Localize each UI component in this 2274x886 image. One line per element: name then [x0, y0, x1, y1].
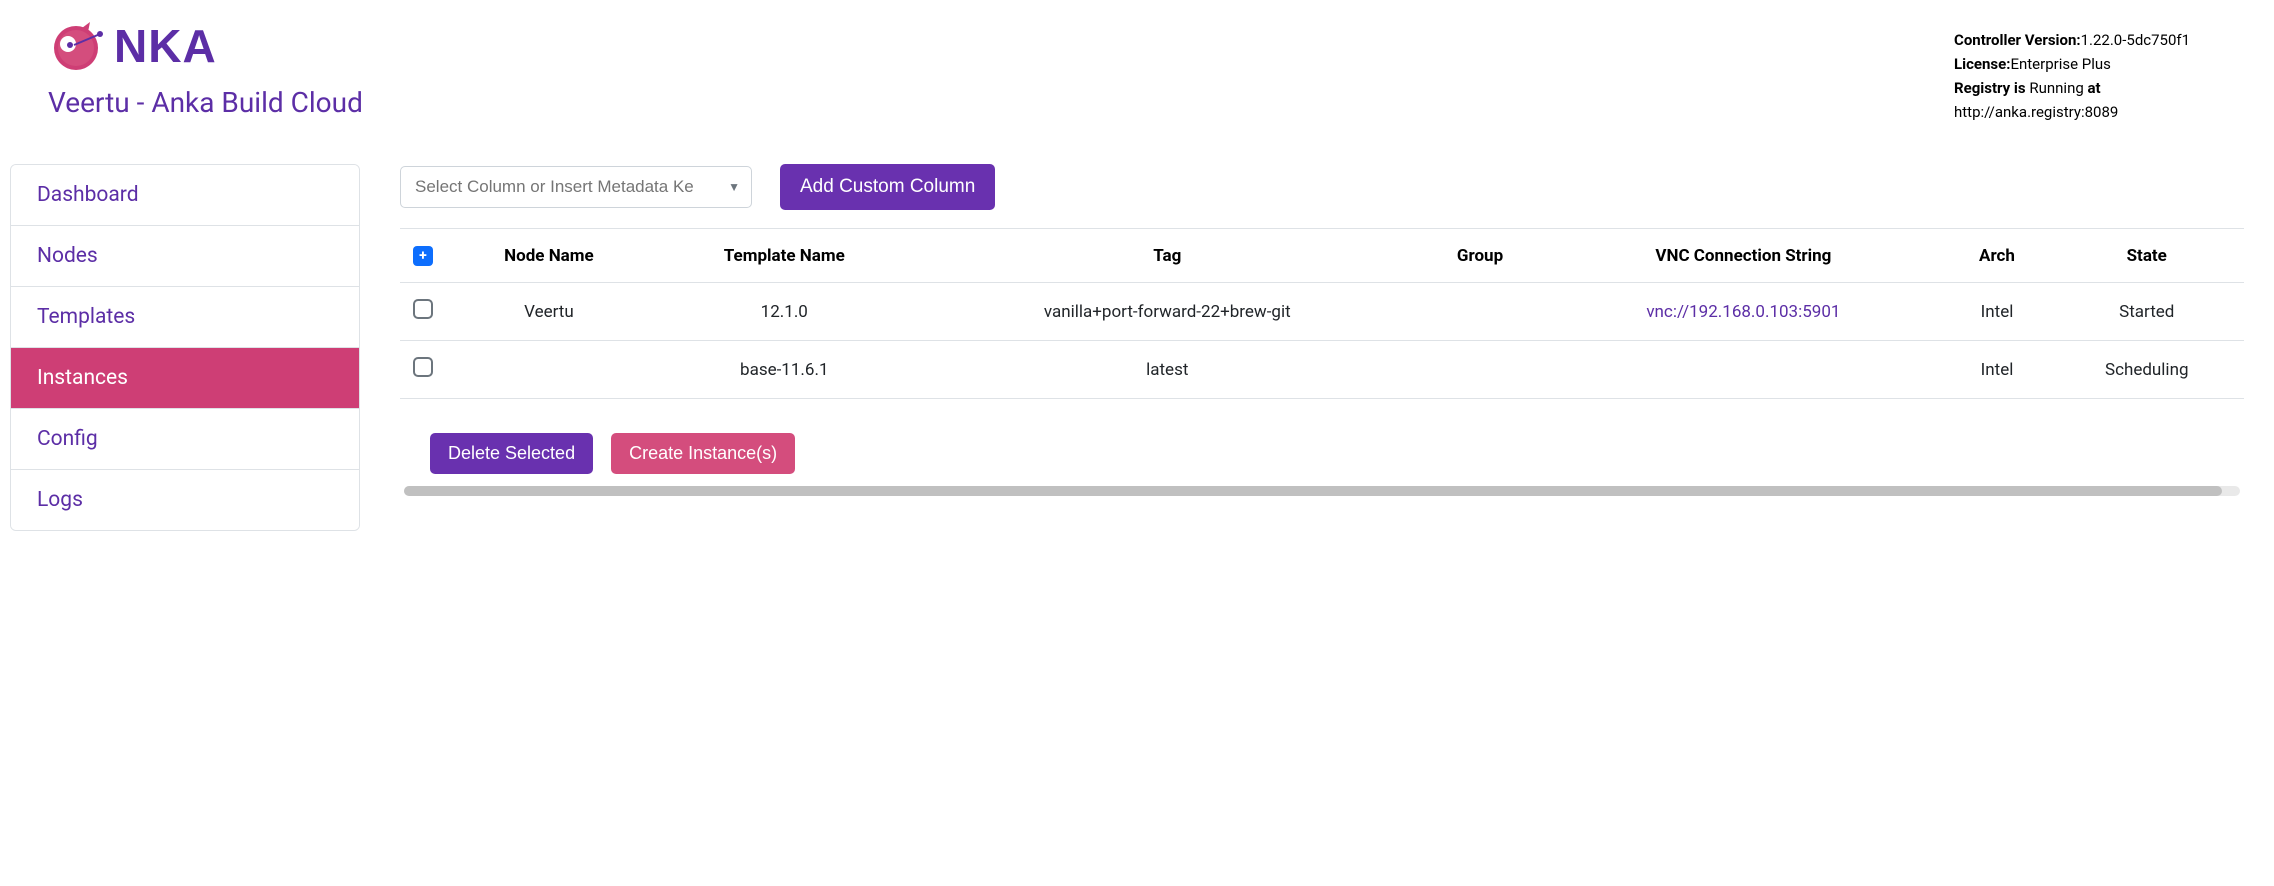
license-label: License:	[1954, 55, 2010, 73]
col-vnc: VNC Connection String	[1542, 229, 1944, 283]
column-select[interactable]: ▼	[400, 166, 752, 208]
status-block: Controller Version:1.22.0-5dc750f1 Licen…	[1954, 18, 2234, 124]
scrollbar-thumb[interactable]	[404, 486, 2222, 496]
sidebar-item-logs[interactable]: Logs	[11, 470, 359, 530]
license-value: Enterprise Plus	[2010, 55, 2110, 73]
col-tag: Tag	[917, 229, 1418, 283]
cell-template-name: 12.1.0	[652, 283, 917, 341]
col-group: Group	[1418, 229, 1542, 283]
registry-label: Registry is	[1954, 79, 2026, 97]
registry-url: http://anka.registry:8089	[1954, 100, 2234, 124]
registry-at: at	[2088, 79, 2101, 97]
create-instance-button[interactable]: Create Instance(s)	[611, 433, 795, 474]
cell-node-name: Veertu	[446, 283, 652, 341]
instances-table: + Node Name Template Name Tag Group VNC …	[400, 229, 2244, 399]
cell-template-name: base-11.6.1	[652, 341, 917, 399]
col-node-name: Node Name	[446, 229, 652, 283]
cell-vnc-link[interactable]: vnc://192.168.0.103:5901	[1646, 302, 1840, 322]
cell-group	[1418, 283, 1542, 341]
sidebar-item-dashboard[interactable]: Dashboard	[11, 165, 359, 226]
cell-group	[1418, 341, 1542, 399]
sidebar-item-instances[interactable]: Instances	[11, 348, 359, 409]
cell-tag: vanilla+port-forward-22+brew-git	[917, 283, 1418, 341]
table-row: base-11.6.1 latest Intel Scheduling	[400, 341, 2244, 399]
sidebar-item-templates[interactable]: Templates	[11, 287, 359, 348]
sidebar-item-config[interactable]: Config	[11, 409, 359, 470]
table-row: Veertu 12.1.0 vanilla+port-forward-22+br…	[400, 283, 2244, 341]
column-select-input[interactable]	[400, 166, 752, 208]
row-checkbox[interactable]	[413, 357, 433, 377]
row-checkbox[interactable]	[413, 299, 433, 319]
sidebar: Dashboard Nodes Templates Instances Conf…	[10, 164, 360, 531]
controller-version-label: Controller Version:	[1954, 31, 2081, 49]
brand-logo: NKA	[48, 18, 363, 74]
logo-icon	[48, 18, 104, 74]
col-arch: Arch	[1945, 229, 2050, 283]
cell-node-name	[446, 341, 652, 399]
registry-state: Running	[2029, 79, 2083, 97]
col-template-name: Template Name	[652, 229, 917, 283]
delete-selected-button[interactable]: Delete Selected	[430, 433, 593, 474]
cell-state: Scheduling	[2049, 341, 2244, 399]
cell-arch: Intel	[1945, 341, 2050, 399]
sidebar-item-nodes[interactable]: Nodes	[11, 226, 359, 287]
col-state: State	[2049, 229, 2244, 283]
logo-text: NKA	[114, 19, 217, 73]
expand-all-toggle[interactable]: +	[413, 246, 433, 266]
cell-state: Started	[2049, 283, 2244, 341]
cell-arch: Intel	[1945, 283, 2050, 341]
brand-subtitle: Veertu - Anka Build Cloud	[48, 86, 363, 119]
cell-tag: latest	[917, 341, 1418, 399]
horizontal-scrollbar[interactable]	[404, 486, 2240, 496]
add-custom-column-button[interactable]: Add Custom Column	[780, 164, 995, 210]
controller-version-value: 1.22.0-5dc750f1	[2081, 31, 2190, 49]
cell-vnc	[1542, 341, 1944, 399]
